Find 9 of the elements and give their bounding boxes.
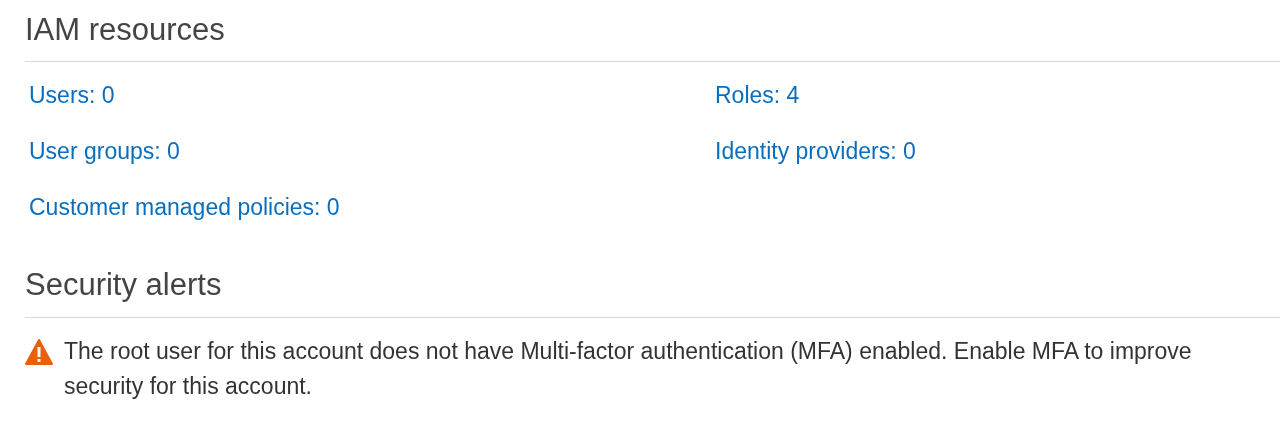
- resource-link[interactable]: Customer managed policies: 0: [29, 194, 340, 220]
- resource-link[interactable]: Users: 0: [29, 82, 115, 108]
- alert-message: The root user for this account does not have Multi-factor authentication (MFA) enabled. Enable MFA to improve security for this account.: [64, 337, 1193, 401]
- resource-link[interactable]: Roles: 4: [715, 82, 800, 108]
- warning-icon: [25, 339, 53, 365]
- section-heading: IAM resources: [25, 11, 226, 49]
- resource-link[interactable]: Identity providers: 0: [715, 138, 916, 164]
- resource-link[interactable]: User groups: 0: [29, 138, 180, 164]
- section-heading: Security alerts: [25, 266, 223, 304]
